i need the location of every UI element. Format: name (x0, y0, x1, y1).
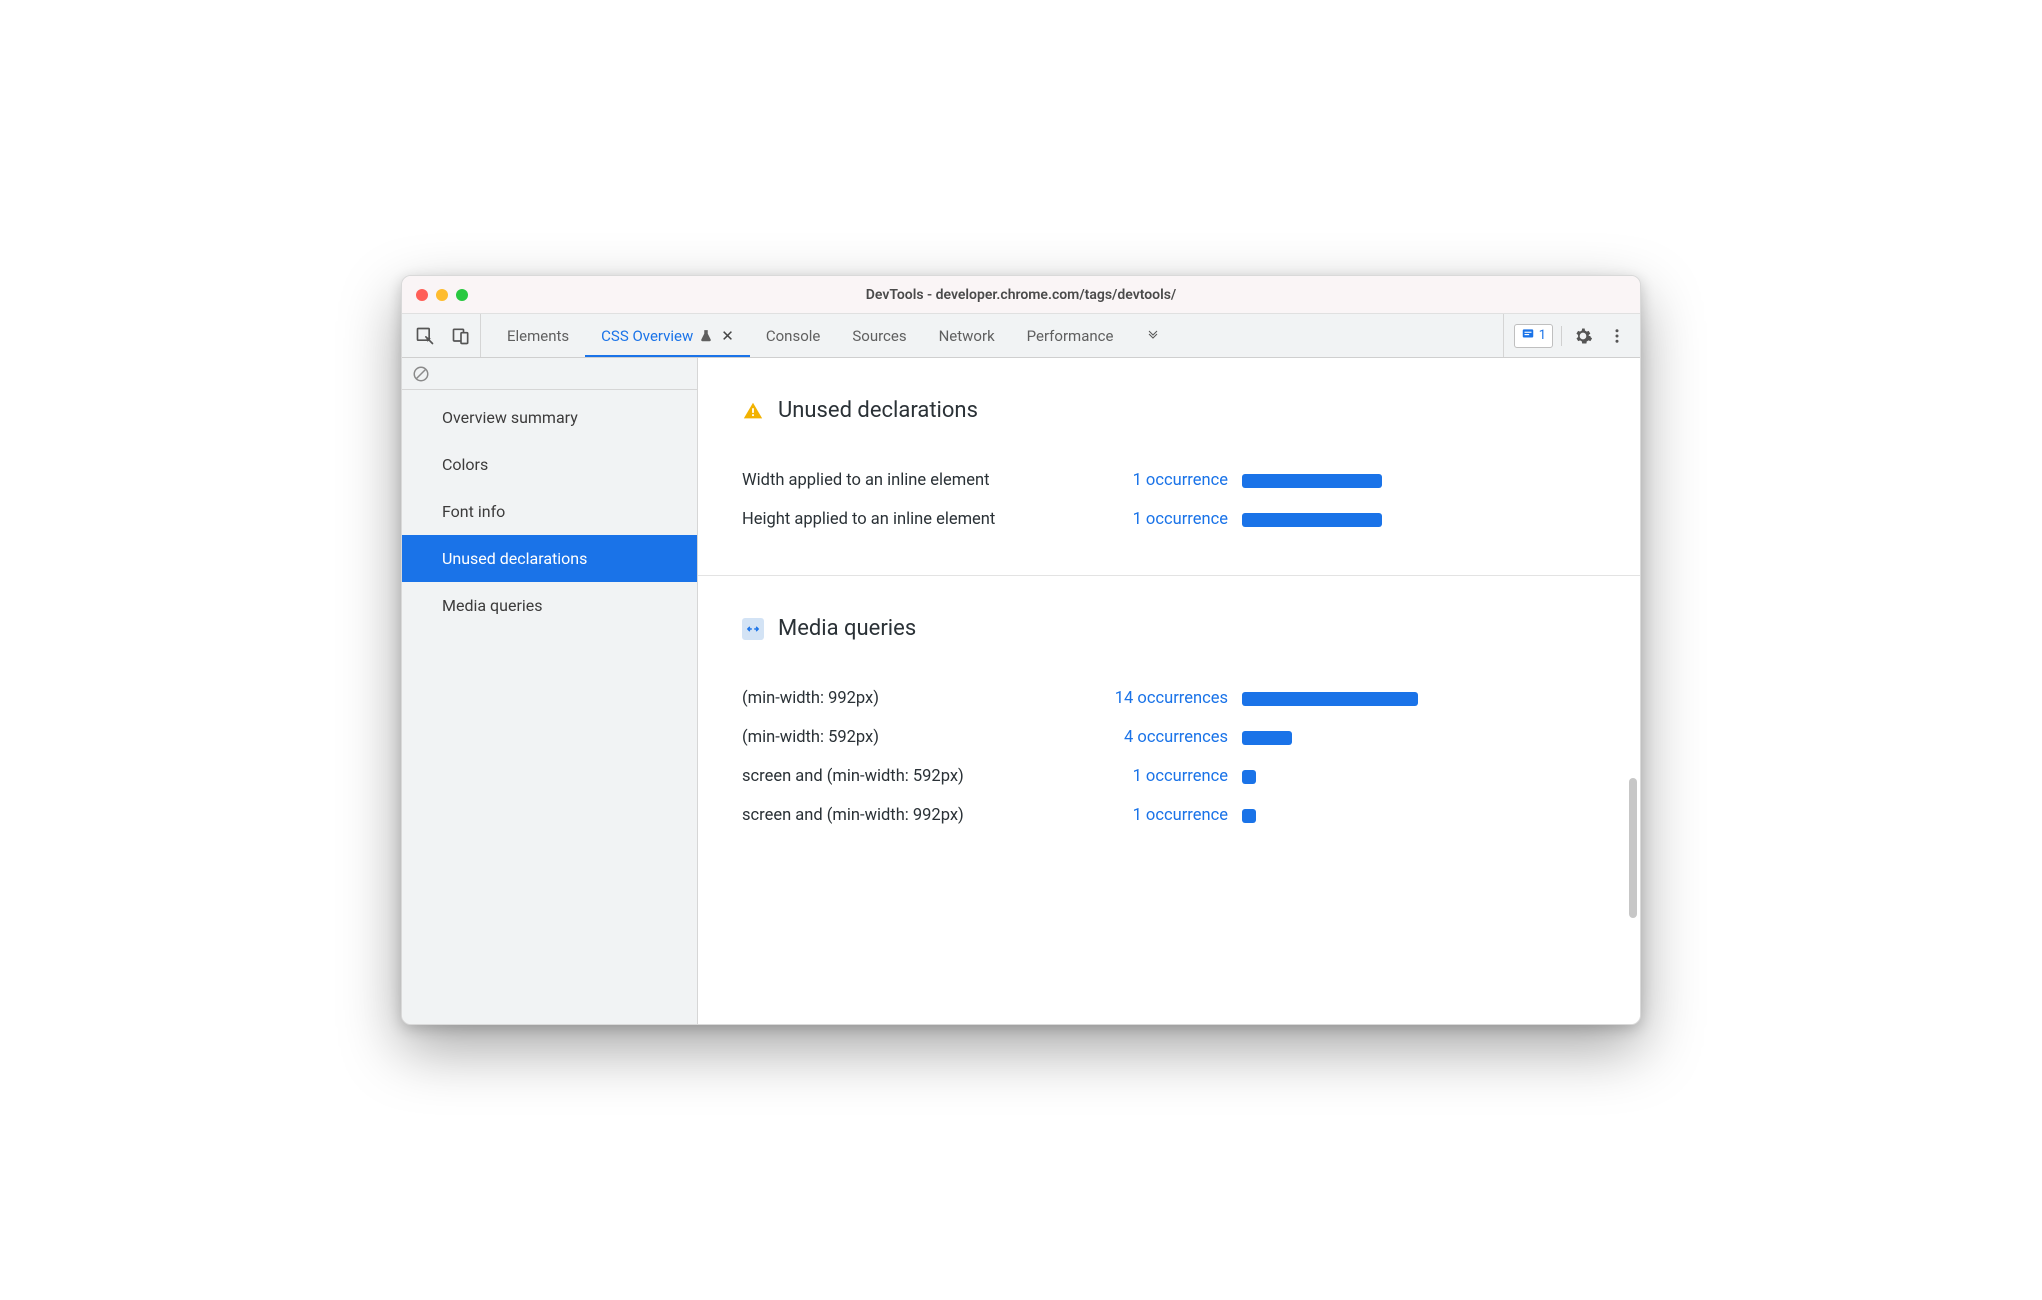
tab-label: Sources (852, 327, 906, 345)
settings-gear-icon[interactable] (1570, 323, 1596, 349)
titlebar: DevTools - developer.chrome.com/tags/dev… (402, 276, 1640, 314)
row-label: Height applied to an inline element (742, 510, 1092, 529)
media-row: screen and (min-width: 992px) 1 occurren… (742, 796, 1596, 835)
row-label: (min-width: 592px) (742, 728, 1092, 747)
section-media-queries: Media queries (min-width: 992px) 14 occu… (698, 576, 1640, 871)
sidebar-item-overview-summary[interactable]: Overview summary (402, 394, 697, 441)
sidebar-item-label: Colors (442, 455, 488, 474)
sidebar-item-label: Font info (442, 502, 505, 521)
row-occurrence-link[interactable]: 1 occurrence (1092, 510, 1242, 529)
row-bar (1242, 513, 1382, 527)
row-label: screen and (min-width: 992px) (742, 806, 1092, 825)
close-tab-icon[interactable]: ✕ (721, 327, 734, 345)
unused-row: Height applied to an inline element 1 oc… (742, 500, 1596, 539)
experiment-beaker-icon (699, 329, 713, 343)
kebab-menu-icon[interactable] (1604, 323, 1630, 349)
toolbar-right: 1 (1503, 314, 1640, 357)
divider (1561, 326, 1562, 346)
media-queries-icon (742, 618, 764, 640)
main-toolbar: Elements CSS Overview ✕ Console Sources … (402, 314, 1640, 358)
window-minimize-button[interactable] (436, 289, 448, 301)
sidebar-item-media-queries[interactable]: Media queries (402, 582, 697, 629)
sidebar-item-font-info[interactable]: Font info (402, 488, 697, 535)
row-bar (1242, 692, 1418, 706)
tab-console[interactable]: Console (750, 314, 837, 357)
scrollbar-thumb[interactable] (1629, 778, 1637, 918)
row-label: (min-width: 992px) (742, 689, 1092, 708)
toolbar-left (402, 314, 481, 357)
sidebar-item-colors[interactable]: Colors (402, 441, 697, 488)
section-unused-declarations: Unused declarations Width applied to an … (698, 358, 1640, 576)
content-area: Overview summary Colors Font info Unused… (402, 358, 1640, 1024)
tab-network[interactable]: Network (923, 314, 1011, 357)
tab-sources[interactable]: Sources (836, 314, 922, 357)
media-row: (min-width: 592px) 4 occurrences (742, 718, 1596, 757)
section-title: Media queries (778, 616, 916, 641)
devtools-window: DevTools - developer.chrome.com/tags/dev… (401, 275, 1641, 1025)
row-occurrence-link[interactable]: 1 occurrence (1092, 767, 1242, 786)
tab-css-overview[interactable]: CSS Overview ✕ (585, 314, 750, 357)
window-zoom-button[interactable] (456, 289, 468, 301)
issues-badge[interactable]: 1 (1514, 324, 1553, 348)
traffic-lights (402, 289, 468, 301)
window-close-button[interactable] (416, 289, 428, 301)
sidebar-header (402, 358, 697, 390)
warning-triangle-icon (742, 400, 764, 422)
section-header: Unused declarations (742, 398, 1596, 423)
section-header: Media queries (742, 616, 1596, 641)
tab-elements[interactable]: Elements (491, 314, 585, 357)
row-occurrence-link[interactable]: 4 occurrences (1092, 728, 1242, 747)
sidebar-item-label: Overview summary (442, 408, 578, 427)
row-label: screen and (min-width: 592px) (742, 767, 1092, 786)
clear-overview-icon[interactable] (412, 365, 430, 383)
issues-count: 1 (1539, 328, 1546, 343)
media-row: (min-width: 992px) 14 occurrences (742, 679, 1596, 718)
unused-row: Width applied to an inline element 1 occ… (742, 461, 1596, 500)
row-bar (1242, 809, 1256, 823)
row-occurrence-link[interactable]: 1 occurrence (1092, 806, 1242, 825)
sidebar-item-unused-declarations[interactable]: Unused declarations (402, 535, 697, 582)
tab-label: Elements (507, 327, 569, 345)
media-row: screen and (min-width: 592px) 1 occurren… (742, 757, 1596, 796)
device-toolbar-icon[interactable] (448, 323, 474, 349)
panel-tabs: Elements CSS Overview ✕ Console Sources … (481, 314, 1503, 357)
tab-label: Performance (1027, 327, 1114, 345)
row-bar (1242, 731, 1292, 745)
window-title: DevTools - developer.chrome.com/tags/dev… (402, 287, 1640, 303)
more-tabs-button[interactable] (1129, 314, 1177, 357)
row-label: Width applied to an inline element (742, 471, 1092, 490)
row-occurrence-link[interactable]: 14 occurrences (1092, 689, 1242, 708)
inspect-element-icon[interactable] (412, 323, 438, 349)
sidebar-items: Overview summary Colors Font info Unused… (402, 390, 697, 629)
row-bar (1242, 474, 1382, 488)
row-bar (1242, 770, 1256, 784)
tab-label: Network (939, 327, 995, 345)
row-occurrence-link[interactable]: 1 occurrence (1092, 471, 1242, 490)
tab-performance[interactable]: Performance (1011, 314, 1130, 357)
tab-label: Console (766, 327, 821, 345)
sidebar-item-label: Unused declarations (442, 549, 587, 568)
tab-label: CSS Overview (601, 327, 693, 345)
main-panel[interactable]: Unused declarations Width applied to an … (698, 358, 1640, 1024)
sidebar: Overview summary Colors Font info Unused… (402, 358, 698, 1024)
sidebar-item-label: Media queries (442, 596, 543, 615)
section-title: Unused declarations (778, 398, 978, 423)
issues-icon (1521, 327, 1535, 345)
